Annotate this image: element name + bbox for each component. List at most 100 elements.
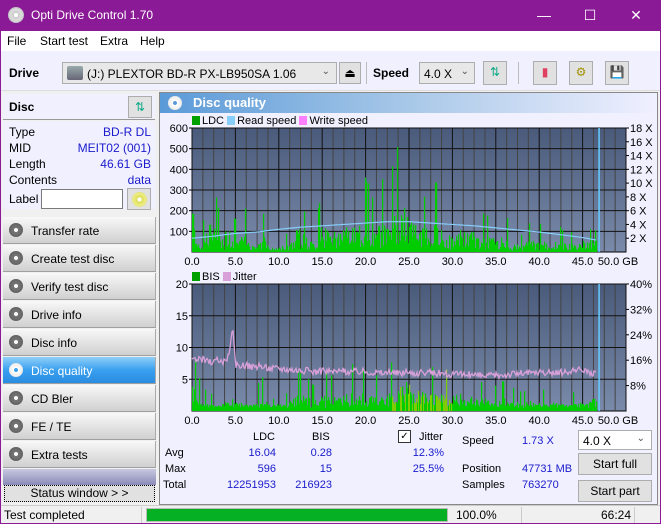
stats-max-bis: 15 — [319, 463, 332, 475]
field-key: Label — [9, 192, 39, 206]
app-window: Opti Drive Control 1.70 — ☐ ✕ File Start… — [1, 0, 660, 523]
field-key: Length — [9, 157, 46, 171]
erase-button[interactable]: ▮ — [533, 61, 557, 85]
toolbar-separator — [366, 62, 367, 84]
drive-icon — [67, 66, 83, 80]
disc-label-button[interactable] — [127, 188, 151, 210]
extra-tests-icon — [9, 447, 23, 461]
nav-cd-bler[interactable]: CD Bler — [3, 385, 156, 412]
status-divider — [634, 507, 635, 523]
elapsed-time: 66:24 — [601, 508, 632, 522]
status-divider — [141, 507, 142, 523]
disc-quality-icon — [9, 363, 23, 377]
menu-help[interactable]: Help — [140, 34, 165, 48]
speed-readout-value: 1.73 X — [522, 435, 554, 447]
minimize-button[interactable]: — — [521, 0, 567, 31]
disc-quality-panel: Disc quality LDC Read speed Write speed … — [159, 92, 658, 505]
close-button[interactable]: ✕ — [613, 0, 659, 31]
refresh-button[interactable]: ⇅ — [483, 61, 507, 85]
drive-select[interactable]: (J:) PLEXTOR BD-R PX-LB950SA 1.06 ⌄ — [62, 62, 337, 84]
disc-field-contents: Contents data — [9, 173, 151, 189]
start-part-button[interactable]: Start part — [578, 480, 652, 502]
disc-refresh-button[interactable]: ⇅ — [128, 96, 152, 118]
field-value: MEIT02 (001) — [77, 141, 151, 155]
nav-transfer-rate[interactable]: Transfer rate — [3, 217, 156, 244]
stats-avg-jitter: 12.3% — [412, 447, 444, 459]
disc-field-type: Type BD-R DL — [9, 125, 151, 141]
x-tick-label: 5.0 — [228, 415, 243, 427]
drive-label: Drive — [9, 66, 40, 80]
start-full-button[interactable]: Start full — [578, 453, 652, 475]
y-tick-label-right: 32% — [630, 304, 652, 316]
bis-bar — [596, 401, 598, 411]
nav-verify-test-disc[interactable]: Verify test disc — [3, 273, 156, 300]
speed-label: Speed — [373, 66, 410, 80]
field-key: Contents — [9, 173, 58, 187]
app-disc-icon — [8, 7, 24, 23]
chevron-down-icon: ⌄ — [636, 433, 645, 444]
disc-label-input[interactable] — [41, 189, 123, 209]
speed-select[interactable]: 4.0 X ⌄ — [419, 62, 475, 84]
status-bar: Test completed 100.0% 66:24 — [1, 505, 660, 523]
bis-bar — [363, 368, 365, 411]
stats-row-avg-label: Avg — [165, 447, 184, 459]
status-divider — [521, 507, 522, 523]
nav-label: CD Bler — [31, 392, 74, 406]
drive-info-icon — [9, 307, 23, 321]
settings-button[interactable]: ⚙ — [569, 61, 593, 85]
menu-start-test[interactable]: Start test — [40, 34, 88, 48]
x-tick-label: 45.0 — [572, 415, 593, 427]
nav-fe-te[interactable]: FE / TE — [3, 413, 156, 440]
menu-file[interactable]: File — [7, 34, 26, 48]
eject-button[interactable]: ⏏ — [339, 62, 361, 84]
x-tick-label: 25.0 — [398, 415, 419, 427]
cd-icon — [132, 192, 147, 207]
field-value: BD-R DL — [102, 125, 151, 139]
y-tick-label-right: 16% — [630, 355, 652, 367]
nav-label: FE / TE — [31, 420, 72, 434]
create-disc-icon — [9, 251, 23, 265]
samples-value: 763270 — [522, 479, 559, 491]
y-tick-label-right: 24% — [630, 330, 652, 342]
stats-avg-bis: 0.28 — [310, 447, 332, 459]
status-text: Test completed — [4, 508, 85, 522]
disc-header: Disc ⇅ — [3, 94, 155, 120]
stats-col-bis: BIS — [312, 431, 330, 443]
stats-max-ldc: 596 — [257, 463, 276, 475]
progress-fill — [147, 509, 447, 521]
stats-max-jitter: 25.5% — [412, 463, 444, 475]
chevron-down-icon: ⌄ — [321, 66, 330, 77]
nav-disc-quality[interactable]: Disc quality — [3, 357, 156, 384]
position-value: 47731 MB — [522, 463, 573, 475]
speed-readout-label: Speed — [462, 435, 494, 447]
disc-field-mid: MID MEIT02 (001) — [9, 141, 151, 157]
progress-percent: 100.0% — [456, 508, 497, 522]
status-window-button[interactable]: Status window > > — [4, 485, 155, 502]
nav-disc-info[interactable]: Disc info — [3, 329, 156, 356]
field-value: data — [127, 173, 151, 187]
test-speed-select[interactable]: 4.0 X ⌄ — [578, 430, 652, 450]
stats-row-max-label: Max — [165, 463, 186, 475]
drive-select-value: (J:) PLEXTOR BD-R PX-LB950SA 1.06 — [87, 67, 297, 81]
samples-label: Samples — [462, 479, 505, 491]
nav-drive-info[interactable]: Drive info — [3, 301, 156, 328]
left-panel: Disc ⇅ Type BD-R DL MID MEIT02 (001) Lengt… — [1, 92, 158, 505]
toolbar-separator — [518, 62, 519, 84]
disc-info-icon — [9, 335, 23, 349]
stats-col-ldc: LDC — [253, 431, 276, 443]
position-label: Position — [462, 463, 502, 475]
jitter-checkbox[interactable]: ✓ — [398, 430, 411, 443]
x-tick-label: 0.0 — [184, 415, 199, 427]
maximize-button[interactable]: ☐ — [567, 0, 613, 31]
nav-label: Disc quality — [31, 364, 93, 378]
cd-bler-icon — [9, 391, 23, 405]
bis-chart: 5 10 15 20 8% 16% 24% 32% 40% 0.0 5.0 10.0 15.0 20.0 2… — [176, 279, 652, 427]
refresh-icon: ⇅ — [489, 65, 501, 79]
save-button[interactable]: 💾 — [605, 61, 629, 85]
field-key: Type — [9, 125, 36, 139]
nav-create-test-disc[interactable]: Create test disc — [3, 245, 156, 272]
stats-total-bis: 216923 — [295, 479, 332, 491]
menu-extra[interactable]: Extra — [100, 34, 128, 48]
stats-row-total-label: Total — [163, 479, 187, 491]
nav-extra-tests[interactable]: Extra tests — [3, 441, 156, 468]
